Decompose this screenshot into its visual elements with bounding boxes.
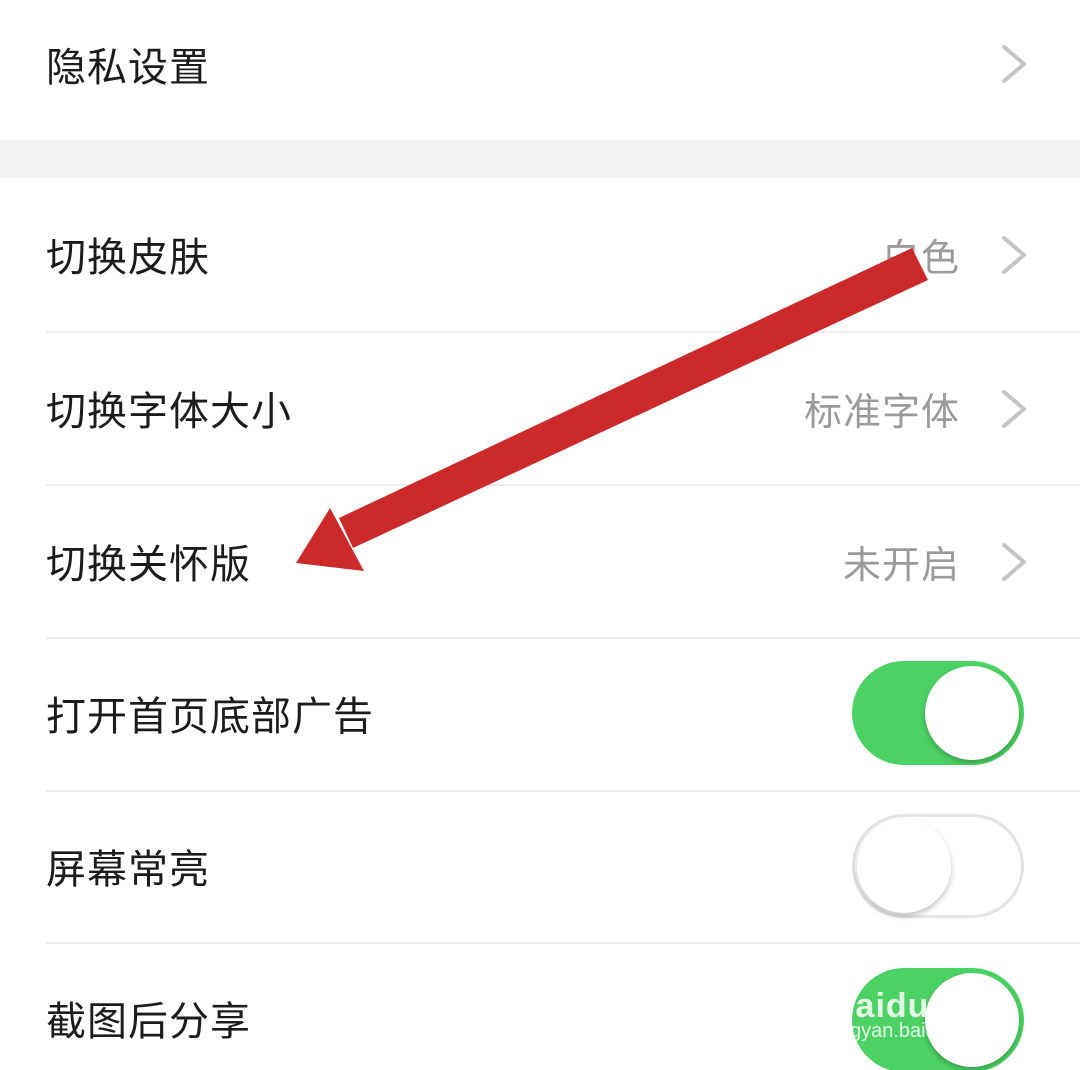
baidu-watermark: Baidu 经验 jingyan.baidu.com	[830, 958, 1030, 1042]
chevron-right-icon	[1002, 543, 1026, 581]
settings-row-home-ad: 打开首页底部广告	[0, 639, 1080, 791]
settings-label-skin: 切换皮肤	[46, 235, 210, 281]
settings-value-font-size: 标准字体	[803, 390, 960, 434]
settings-row-privacy[interactable]: 隐私设置	[0, 0, 1080, 140]
settings-row-screen-on: 屏幕常亮	[0, 792, 1080, 943]
toggle-knob	[925, 666, 1019, 760]
screen-on-toggle[interactable]	[852, 814, 1024, 918]
settings-label-privacy: 隐私设置	[46, 45, 210, 91]
chevron-right-icon	[1002, 45, 1026, 83]
settings-value-skin: 白色	[881, 236, 960, 280]
settings-label-care-mode: 切换关怀版	[46, 542, 251, 588]
settings-value-care-mode: 未开启	[842, 543, 960, 587]
home-ad-toggle[interactable]	[852, 661, 1024, 765]
settings-label-screen-on: 屏幕常亮	[46, 847, 210, 893]
watermark-site: jingyan.baidu.com	[830, 1020, 992, 1042]
settings-row-care-mode[interactable]: 切换关怀版 未开启	[0, 486, 1080, 638]
settings-label-home-ad: 打开首页底部广告	[46, 694, 374, 740]
chevron-right-icon	[1002, 236, 1026, 274]
settings-row-skin[interactable]: 切换皮肤 白色	[0, 178, 1080, 332]
chevron-right-icon	[1002, 390, 1026, 428]
settings-label-share-screenshot: 截图后分享	[46, 999, 251, 1045]
toggle-knob	[857, 819, 951, 913]
section-gap	[0, 140, 1080, 178]
settings-label-font-size: 切换字体大小	[46, 389, 292, 435]
settings-row-font-size[interactable]: 切换字体大小 标准字体	[0, 333, 1080, 485]
